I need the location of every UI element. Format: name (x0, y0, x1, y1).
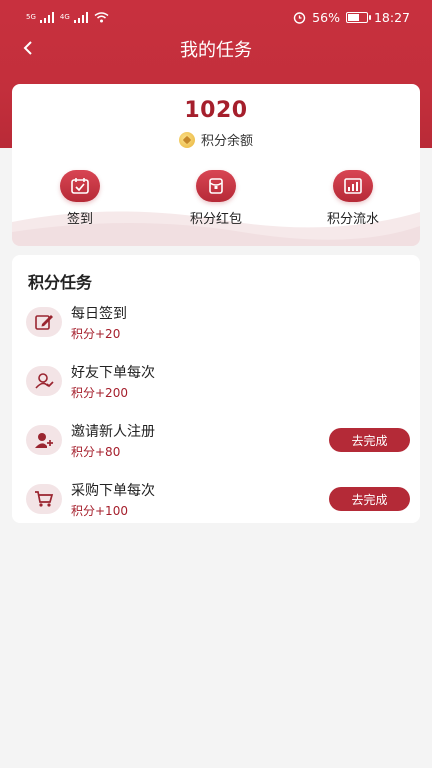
task-name: 好友下单每次 (71, 365, 155, 381)
go-complete-button[interactable]: 去完成 (329, 487, 410, 511)
signal-icon (39, 11, 56, 23)
quick-action-points-history[interactable]: 积分流水 (308, 170, 398, 227)
wifi-icon (94, 11, 109, 22)
quick-action-label: 积分流水 (326, 212, 379, 227)
battery-icon (345, 11, 371, 23)
battery-percent: 56% (312, 9, 340, 25)
points-card: 1020 积分余额 签到 积分红包 积分流水 (12, 84, 420, 246)
task-name: 采购下单每次 (71, 483, 155, 499)
task-card: 积分任务 每日签到 积分+20 好友下单每次 积分+200 邀请新人注册 积分+… (12, 255, 420, 523)
task-points: 积分+80 (71, 445, 121, 459)
go-complete-button[interactable]: 去完成 (329, 428, 410, 452)
bar-chart-icon (333, 170, 373, 202)
clock-time: 18:27 (373, 9, 410, 25)
calendar-check-icon (60, 170, 100, 202)
task-section-title: 积分任务 (28, 273, 93, 292)
points-balance-label-row: 积分余额 (12, 130, 420, 149)
task-row-purchase-order: 采购下单每次 积分+100 去完成 (12, 476, 420, 526)
back-button[interactable] (16, 34, 40, 62)
points-balance-value: 1020 (184, 98, 248, 123)
user-check-icon (26, 366, 62, 396)
task-name: 每日签到 (71, 306, 127, 322)
alarm-icon (293, 11, 306, 24)
coin-icon (178, 131, 195, 148)
chevron-left-icon (23, 41, 32, 55)
points-balance-label: 积分余额 (200, 134, 253, 149)
task-name: 邀请新人注册 (71, 424, 155, 440)
task-row-daily-sign-in: 每日签到 积分+20 (12, 299, 420, 349)
quick-action-sign-in[interactable]: 签到 (35, 170, 125, 227)
signal-icon-2 (73, 11, 90, 23)
network-type-1: 5G (26, 13, 36, 21)
page-title: 我的任务 (180, 40, 252, 61)
quick-action-red-packet[interactable]: 积分红包 (171, 170, 261, 227)
red-packet-icon (196, 170, 236, 202)
status-bar: 5G 4G 56% 18:27 (0, 0, 432, 34)
task-points: 积分+200 (71, 386, 128, 400)
quick-action-label: 签到 (66, 212, 93, 227)
edit-icon (26, 307, 62, 337)
user-add-icon (26, 425, 62, 455)
task-row-friend-order: 好友下单每次 积分+200 (12, 358, 420, 408)
network-type-2: 4G (59, 13, 70, 21)
task-row-invite-register: 邀请新人注册 积分+80 去完成 (12, 417, 420, 467)
task-points: 积分+100 (71, 504, 128, 518)
cart-icon (26, 484, 62, 514)
quick-action-label: 积分红包 (189, 212, 242, 227)
nav-bar: 我的任务 (0, 34, 432, 64)
task-points: 积分+20 (71, 327, 121, 341)
